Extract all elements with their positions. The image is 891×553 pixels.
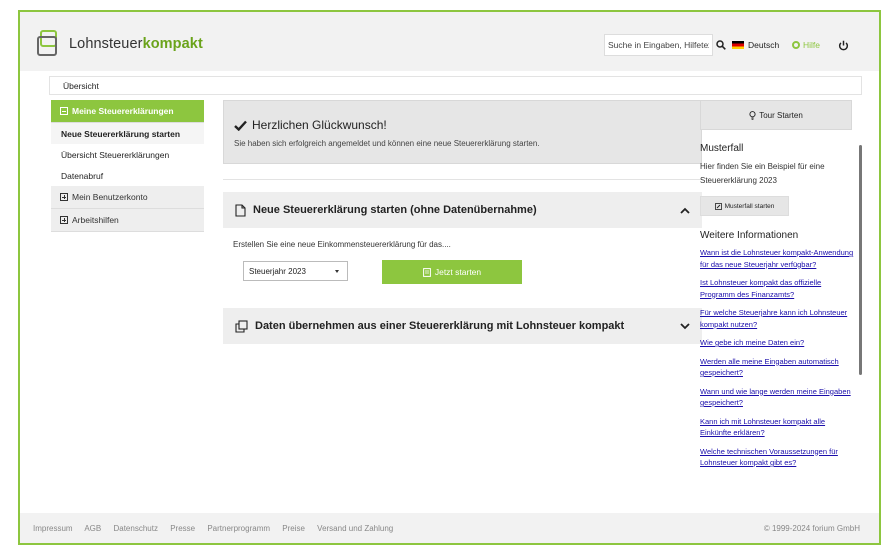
sample-case-button[interactable]: Musterfall starten [700, 196, 789, 216]
footer-link-impressum[interactable]: Impressum [33, 524, 73, 533]
footer-link-presse[interactable]: Presse [170, 524, 195, 533]
logo-mark-icon [37, 30, 63, 58]
tour-start-button[interactable]: Tour Starten [700, 100, 852, 130]
footer: Impressum AGB Datenschutz Presse Partner… [20, 513, 879, 543]
language-label: Deutsch [748, 40, 780, 50]
collapse-icon [60, 107, 68, 115]
sidebar-item-datenabruf[interactable]: Datenabruf [51, 165, 204, 186]
faq-link[interactable]: Wann und wie lange werden meine Eingaben… [700, 386, 858, 409]
sidebar-group-benutzerkonto[interactable]: Mein Benutzerkonto [51, 186, 204, 209]
sample-case-label: Musterfall starten [724, 202, 775, 210]
search-input[interactable] [604, 34, 713, 56]
faq-link[interactable]: Für welche Steuerjahre kann ich Lohnsteu… [700, 307, 858, 330]
logo-text-plain: Lohnsteuer [69, 36, 143, 52]
tour-start-label: Tour Starten [759, 110, 803, 120]
breadcrumb: Übersicht [49, 76, 862, 95]
logout-button[interactable] [834, 34, 852, 56]
more-info-title: Weitere Informationen [700, 230, 799, 241]
expand-icon [60, 216, 68, 224]
sidebar-item-uebersicht-steuererklaerungen[interactable]: Übersicht Steuererklärungen [51, 144, 204, 165]
chevron-down-icon [680, 322, 690, 329]
panel-new-declaration-header[interactable]: Neue Steuererklärung starten (ohne Daten… [223, 192, 702, 228]
success-title: Herzlichen Glückwunsch! [252, 118, 387, 132]
expand-icon [60, 193, 68, 201]
success-message: Herzlichen Glückwunsch! Sie haben sich e… [223, 100, 702, 164]
faq-link[interactable]: Wann ist die Lohnsteuer kompakt-Anwendun… [700, 247, 858, 270]
tax-year-value: Steuerjahr 2023 [249, 266, 306, 276]
footer-link-partnerprogramm[interactable]: Partnerprogramm [207, 524, 270, 533]
checkmark-icon [234, 120, 247, 131]
sidebar-group-label: Arbeitshilfen [72, 215, 119, 225]
sample-case-title: Musterfall [700, 143, 744, 154]
help-link[interactable]: Hilfe [792, 34, 820, 56]
footer-link-preise[interactable]: Preise [282, 524, 305, 533]
faq-link[interactable]: Welche technischen Voraussetzungen für L… [700, 446, 858, 469]
search-icon [716, 40, 726, 50]
info-sidebar-scrollbar[interactable] [859, 145, 862, 375]
copy-icon [235, 319, 248, 333]
logo[interactable]: Lohnsteuerkompakt [37, 29, 203, 59]
faq-links: Wann ist die Lohnsteuer kompakt-Anwendun… [700, 247, 858, 469]
sidebar-item-label: Übersicht Steuererklärungen [61, 149, 170, 160]
header: Lohnsteuerkompakt Deutsch Hilfe [20, 12, 879, 71]
panel-intro-text: Erstellen Sie eine neue Einkommensteuere… [233, 240, 451, 249]
sidebar-group-meine-steuererklaerungen[interactable]: Meine Steuererklärungen [51, 100, 204, 123]
copyright: © 1999-2024 forium GmbH [763, 523, 860, 533]
footer-link-versand[interactable]: Versand und Zahlung [317, 524, 393, 533]
chevron-up-icon [680, 207, 690, 214]
document-icon [235, 203, 246, 217]
sidebar-item-label: Neue Steuererklärung starten [61, 128, 181, 139]
breadcrumb-item[interactable]: Übersicht [63, 81, 99, 91]
panel-title: Neue Steuererklärung starten (ohne Daten… [253, 204, 537, 216]
sidebar-group-label: Mein Benutzerkonto [72, 192, 148, 202]
sidebar-item-neue-steuererklaerung[interactable]: Neue Steuererklärung starten [51, 123, 204, 144]
help-label: Hilfe [803, 40, 821, 50]
lightbulb-icon [749, 110, 756, 120]
panel-data-import-header[interactable]: Daten übernehmen aus einer Steuererkläru… [223, 308, 702, 344]
app-frame: Lohnsteuerkompakt Deutsch Hilfe Übersich… [18, 10, 881, 545]
lifebuoy-icon [792, 41, 800, 49]
faq-link[interactable]: Werden alle meine Eingaben automatisch g… [700, 356, 858, 379]
footer-link-agb[interactable]: AGB [84, 524, 101, 533]
edit-icon [714, 202, 722, 210]
footer-link-datenschutz[interactable]: Datenschutz [113, 524, 157, 533]
faq-link[interactable]: Wie gebe ich meine Daten ein? [700, 337, 858, 349]
german-flag-icon [732, 41, 744, 49]
caret-down-icon [335, 269, 339, 273]
language-selector[interactable]: Deutsch [732, 34, 779, 56]
edit-document-icon [422, 267, 431, 277]
search-button[interactable] [710, 34, 732, 56]
sample-case-description: Hier finden Sie ein Beispiel für eine St… [700, 162, 825, 185]
divider [223, 179, 702, 180]
info-sidebar: Musterfall Hier finden Sie ein Beispiel … [700, 143, 858, 513]
sidebar: Meine Steuererklärungen Neue Steuererklä… [51, 100, 204, 232]
sidebar-group-label: Meine Steuererklärungen [72, 106, 174, 116]
power-icon [838, 40, 848, 50]
faq-link[interactable]: Ist Lohnsteuer kompakt das offizielle Pr… [700, 277, 858, 300]
tax-year-select[interactable]: Steuerjahr 2023 [243, 261, 348, 281]
success-text: Sie haben sich erfolgreich angemeldet un… [234, 139, 540, 148]
sidebar-group-arbeitshilfen[interactable]: Arbeitshilfen [51, 209, 204, 232]
sidebar-item-label: Datenabruf [61, 170, 104, 181]
start-now-button[interactable]: Jetzt starten [382, 260, 522, 284]
logo-text-bold: kompakt [142, 36, 203, 52]
start-now-label: Jetzt starten [434, 267, 482, 277]
panel-title: Daten übernehmen aus einer Steuererkläru… [255, 320, 625, 332]
faq-link[interactable]: Kann ich mit Lohnsteuer kompakt alle Ein… [700, 416, 858, 439]
